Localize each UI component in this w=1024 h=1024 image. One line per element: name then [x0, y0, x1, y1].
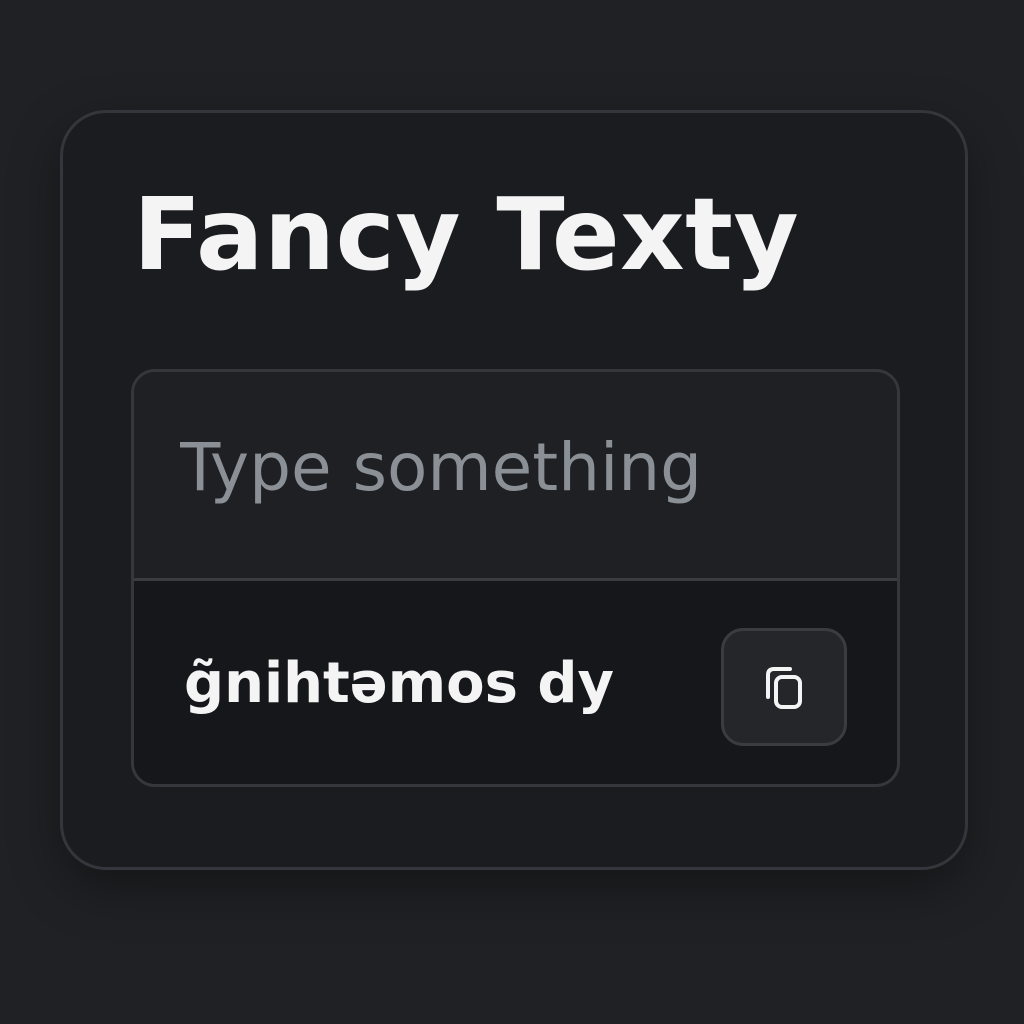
text-input[interactable]: [180, 424, 840, 510]
app-title: Fancy Texty: [133, 176, 800, 293]
copy-icon: [766, 667, 802, 709]
fancy-output-text: g̃nihtəmos dy: [184, 651, 615, 716]
converter-panel: g̃nihtəmos dy: [131, 369, 900, 787]
input-area: [134, 372, 897, 581]
copy-button[interactable]: [721, 628, 847, 746]
app-card: Fancy Texty g̃nihtəmos dy: [60, 110, 968, 870]
output-area: g̃nihtəmos dy: [134, 581, 897, 784]
